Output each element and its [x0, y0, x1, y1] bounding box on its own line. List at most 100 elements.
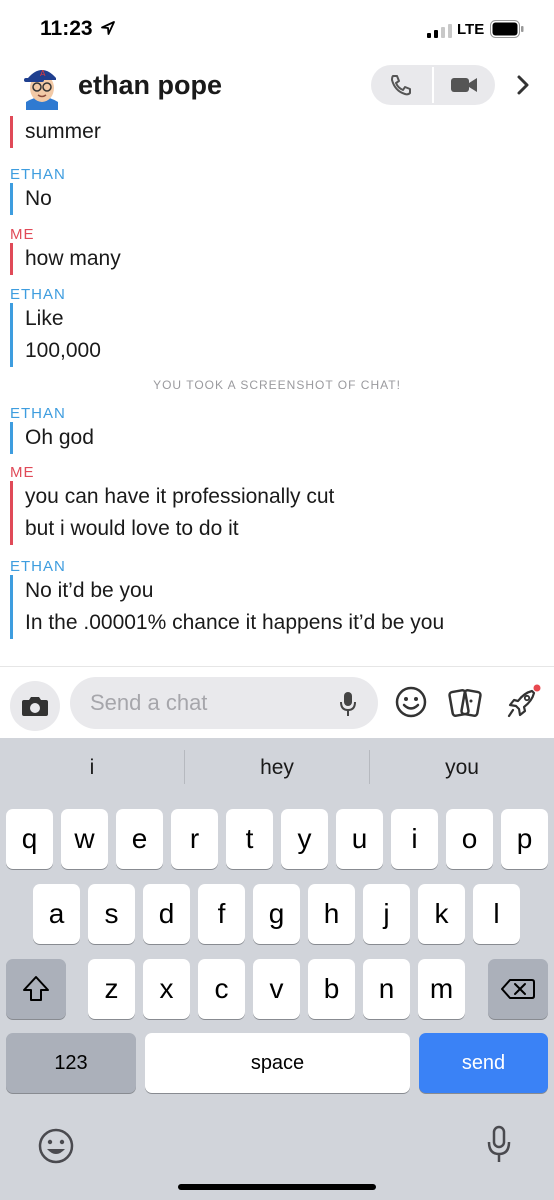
message-block: ETHAN Like 100,000: [10, 286, 101, 367]
shift-key[interactable]: [6, 959, 66, 1019]
key-e[interactable]: e: [116, 809, 163, 869]
key-a[interactable]: a: [33, 884, 80, 944]
key-label: p: [516, 823, 533, 854]
smiley-icon[interactable]: [394, 685, 428, 719]
shift-icon: [23, 976, 49, 1001]
key-label: space: [250, 1052, 305, 1074]
key-label: z: [104, 973, 119, 1004]
key-label: k: [434, 898, 449, 929]
key-n[interactable]: n: [363, 959, 410, 1019]
input-bar: Send a chat: [0, 666, 554, 738]
message-lines: summer: [10, 116, 101, 148]
key-u[interactable]: u: [336, 809, 383, 869]
chat-header: A ethan pope: [0, 58, 554, 116]
key-label: send: [461, 1052, 506, 1074]
message-lines: Oh god: [10, 422, 94, 454]
sender-label: ME: [10, 464, 35, 481]
key-j[interactable]: j: [363, 884, 410, 944]
key-label: t: [245, 823, 254, 854]
key-i[interactable]: i: [391, 809, 438, 869]
chat-area[interactable]: summer ETHAN No ME how many ETHAN Like 1…: [0, 116, 554, 666]
key-t[interactable]: t: [226, 809, 273, 869]
numbers-key[interactable]: 123: [6, 1033, 136, 1093]
key-m[interactable]: m: [418, 959, 465, 1019]
message-block: ETHAN No: [10, 166, 66, 215]
video-icon[interactable]: [449, 75, 479, 95]
key-d[interactable]: d: [143, 884, 190, 944]
key-h[interactable]: h: [308, 884, 355, 944]
svg-text:A: A: [40, 69, 46, 78]
key-f[interactable]: f: [198, 884, 245, 944]
sender-label: ETHAN: [10, 405, 66, 422]
camera-icon: [22, 697, 48, 716]
key-label: g: [268, 898, 285, 929]
key-z[interactable]: z: [88, 959, 135, 1019]
backspace-key[interactable]: [488, 959, 548, 1019]
key-c[interactable]: c: [198, 959, 245, 1019]
key-l[interactable]: l: [473, 884, 520, 944]
message-block: ETHAN No it’d be you In the .00001% chan…: [10, 558, 444, 639]
message-lines: Like 100,000: [10, 303, 101, 367]
avatar[interactable]: A: [20, 62, 64, 110]
key-label: i: [411, 823, 418, 854]
message-line: In the .00001% chance it happens it’d be…: [25, 611, 445, 634]
dictation-icon[interactable]: [484, 1124, 514, 1166]
sender-label: ETHAN: [10, 558, 66, 575]
key-s[interactable]: s: [88, 884, 135, 944]
key-b[interactable]: b: [308, 959, 355, 1019]
emoji-icon[interactable]: [36, 1126, 76, 1166]
phone-icon[interactable]: [388, 73, 414, 97]
key-label: e: [131, 823, 148, 854]
send-key[interactable]: send: [419, 1033, 548, 1093]
key-p[interactable]: p: [501, 809, 548, 869]
sender-label: ETHAN: [10, 286, 66, 303]
key-x[interactable]: x: [143, 959, 190, 1019]
key-label: l: [493, 898, 500, 929]
key-o[interactable]: o: [446, 809, 493, 869]
chevron-right-icon[interactable]: [512, 73, 534, 97]
chat-input[interactable]: Send a chat: [70, 677, 378, 729]
key-label: 123: [54, 1052, 88, 1074]
location-arrow-icon: [101, 21, 115, 35]
backspace-icon: [501, 979, 535, 999]
key-label: m: [429, 973, 454, 1004]
key-q[interactable]: q: [6, 809, 53, 869]
chat-input-placeholder: Send a chat: [90, 690, 208, 715]
key-w[interactable]: w: [61, 809, 108, 869]
message-block: ME how many: [10, 226, 121, 275]
key-label: s: [104, 898, 119, 929]
space-key[interactable]: space: [145, 1033, 410, 1093]
microphone-icon[interactable]: [338, 690, 358, 718]
sender-label: ME: [10, 226, 35, 243]
key-label: w: [74, 823, 95, 854]
key-label: f: [217, 898, 226, 929]
message-lines: No it’d be you In the .00001% chance it …: [10, 575, 444, 639]
cards-icon[interactable]: [447, 685, 483, 721]
key-k[interactable]: k: [418, 884, 465, 944]
key-label: h: [323, 898, 340, 929]
status-bar: 11:23 LTE: [0, 0, 554, 56]
key-label: c: [214, 973, 229, 1004]
suggestion-item[interactable]: you: [370, 756, 554, 780]
key-y[interactable]: y: [281, 809, 328, 869]
camera-button[interactable]: [10, 681, 60, 731]
key-r[interactable]: r: [171, 809, 218, 869]
suggestion-bar: i hey you: [0, 738, 554, 798]
contact-name[interactable]: ethan pope: [78, 70, 222, 101]
home-indicator[interactable]: [178, 1184, 376, 1190]
message-line: you can have it professionally cut: [25, 485, 335, 508]
message-line: Like: [25, 307, 64, 330]
key-label: x: [159, 973, 174, 1004]
sender-label: ETHAN: [10, 166, 66, 183]
message-line: summer: [25, 120, 101, 143]
key-g[interactable]: g: [253, 884, 300, 944]
screenshot-notice: YOU TOOK A SCREENSHOT OF CHAT!: [153, 378, 401, 392]
message-lines: you can have it professionally cut but i…: [10, 481, 334, 545]
message-block: summer: [10, 116, 101, 148]
key-v[interactable]: v: [253, 959, 300, 1019]
rocket-icon[interactable]: [504, 683, 542, 721]
key-label: o: [461, 823, 478, 854]
suggestion-item[interactable]: hey: [185, 756, 369, 780]
message-block: ME you can have it professionally cut bu…: [10, 464, 334, 545]
suggestion-item[interactable]: i: [0, 756, 184, 780]
